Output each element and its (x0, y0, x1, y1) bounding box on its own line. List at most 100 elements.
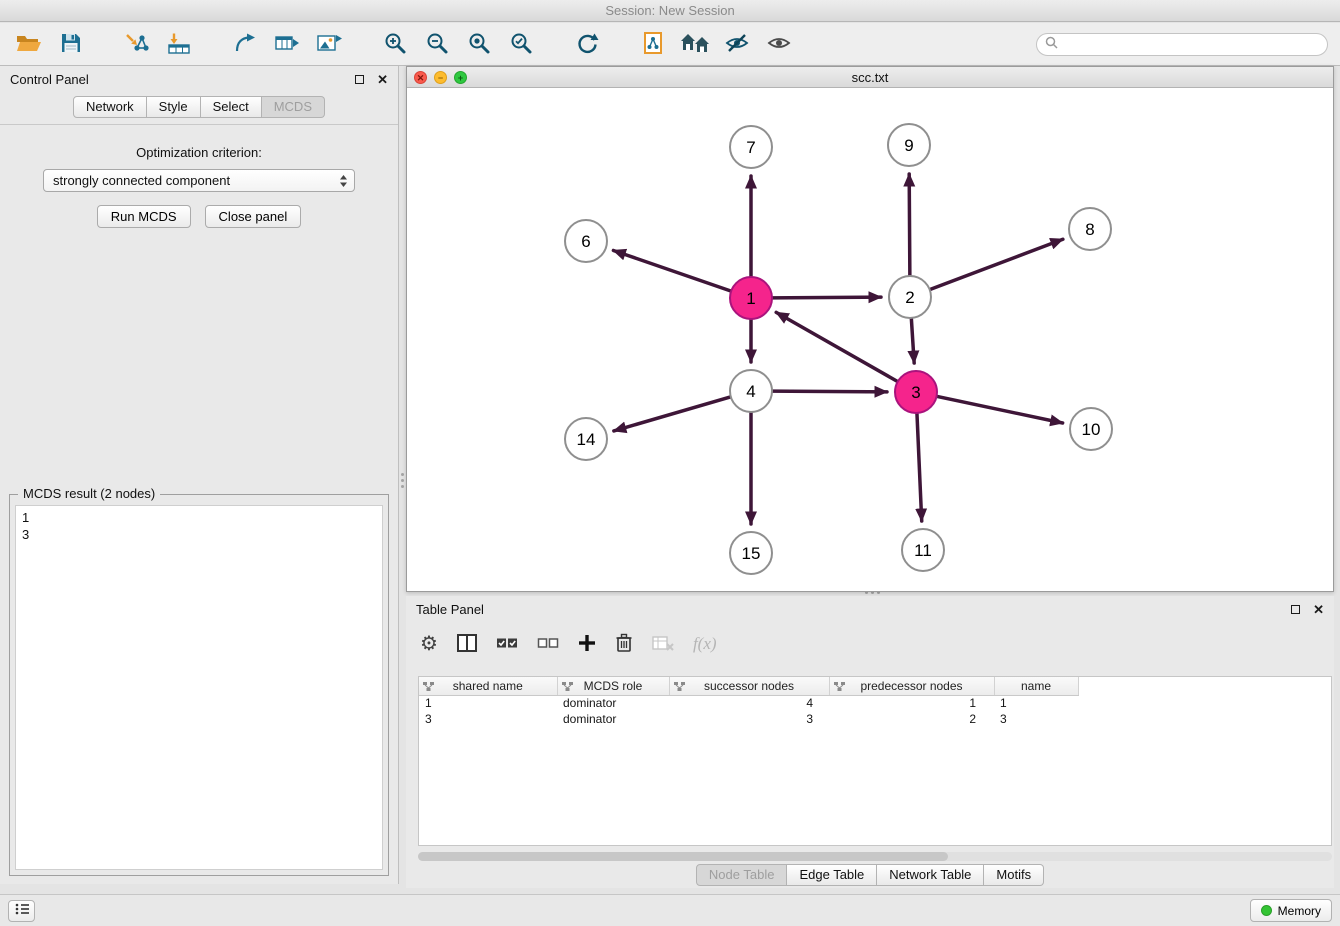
float-panel-icon[interactable] (355, 75, 364, 84)
tab-node-table[interactable]: Node Table (696, 864, 788, 886)
add-row-button[interactable] (578, 634, 596, 655)
graph-node-label: 14 (577, 430, 596, 449)
network-window-titlebar[interactable]: ✕ − + scc.txt (407, 67, 1333, 88)
tabs-divider (0, 124, 398, 125)
graph-node-label: 7 (746, 138, 755, 157)
table-cell[interactable]: dominator (557, 695, 669, 711)
table-cell[interactable]: 3 (669, 711, 829, 727)
maximize-window-icon[interactable]: + (454, 71, 467, 84)
graph-edge[interactable] (909, 174, 910, 276)
float-table-panel-icon[interactable] (1291, 605, 1300, 614)
zoom-fit-button[interactable] (458, 25, 500, 63)
clipboard-network-icon (643, 31, 663, 58)
mcds-result-list[interactable]: 1 3 (15, 505, 383, 870)
refresh-view-button[interactable] (566, 25, 608, 63)
close-panel-icon[interactable]: ✕ (377, 73, 388, 86)
eye-slash-icon (725, 32, 749, 57)
deselect-all-rows-button[interactable] (537, 635, 559, 654)
select-all-rows-button[interactable] (496, 635, 518, 654)
fx-icon: f(x) (693, 634, 717, 654)
import-network-button[interactable] (116, 25, 158, 63)
column-sort-icon (562, 681, 573, 695)
network-window-title: scc.txt (852, 70, 889, 85)
table-cell[interactable]: 3 (994, 711, 1078, 727)
vertical-splitter-handle[interactable] (400, 468, 405, 492)
tab-network[interactable]: Network (73, 96, 147, 118)
column-header-predecessor-nodes[interactable]: predecessor nodes (829, 677, 994, 695)
column-sort-icon (674, 681, 685, 695)
graph-edge[interactable] (614, 397, 731, 431)
delete-rows-button[interactable] (615, 633, 633, 656)
graph-node-label: 11 (914, 541, 932, 560)
table-cell[interactable]: 3 (419, 711, 557, 727)
network-canvas[interactable]: 7968124314101511 (407, 88, 1333, 591)
close-panel-button[interactable]: Close panel (205, 205, 302, 228)
mcds-result-group: MCDS result (2 nodes) 1 3 (9, 494, 389, 876)
memory-button[interactable]: Memory (1250, 899, 1332, 922)
houses-icon (680, 32, 710, 57)
show-columns-button[interactable] (457, 634, 477, 655)
show-details-button[interactable] (758, 25, 800, 63)
network-analyzer-button[interactable] (674, 25, 716, 63)
node-table: shared name MCDS role successor nodes pr… (418, 676, 1332, 846)
graph-edge[interactable] (937, 396, 1063, 423)
table-cell[interactable]: 4 (669, 695, 829, 711)
graph-edge[interactable] (917, 413, 922, 521)
scrollbar-thumb[interactable] (418, 852, 948, 861)
graph-edge[interactable] (930, 239, 1063, 289)
minimize-window-icon[interactable]: − (434, 71, 447, 84)
column-header-successor-nodes[interactable]: successor nodes (669, 677, 829, 695)
zoom-out-button[interactable] (416, 25, 458, 63)
tab-motifs[interactable]: Motifs (984, 864, 1044, 886)
tab-network-table[interactable]: Network Table (877, 864, 984, 886)
save-session-button[interactable] (50, 25, 92, 63)
table-horizontal-scrollbar[interactable] (418, 852, 1332, 861)
table-cell[interactable]: dominator (557, 711, 669, 727)
deselect-all-icon (537, 635, 559, 654)
export-image-button[interactable] (308, 25, 350, 63)
search-input[interactable] (1064, 38, 1319, 52)
close-window-icon[interactable]: ✕ (414, 71, 427, 84)
task-history-button[interactable] (8, 900, 35, 922)
zoom-in-button[interactable] (374, 25, 416, 63)
tab-edge-table[interactable]: Edge Table (787, 864, 877, 886)
plus-icon (578, 634, 596, 655)
table-cell[interactable]: 1 (829, 695, 994, 711)
control-panel-title: Control Panel (10, 72, 89, 87)
tab-select[interactable]: Select (201, 96, 262, 118)
table-cell[interactable]: 2 (829, 711, 994, 727)
table-settings-button[interactable]: ⚙ (420, 634, 438, 654)
column-header-shared-name[interactable]: shared name (419, 677, 557, 695)
graph-edge[interactable] (772, 391, 887, 392)
delete-table-button[interactable] (652, 635, 674, 654)
control-panel: Control Panel ✕ Network Style Select MCD… (0, 66, 399, 884)
graph-edge[interactable] (911, 318, 914, 363)
table-row[interactable]: 1dominator411 (419, 695, 1331, 711)
table-cell[interactable]: 1 (419, 695, 557, 711)
zoom-selected-button[interactable] (500, 25, 542, 63)
hide-selected-button[interactable] (716, 25, 758, 63)
graph-edge[interactable] (776, 312, 898, 381)
export-table-button[interactable] (266, 25, 308, 63)
column-header-mcds-role[interactable]: MCDS role (557, 677, 669, 695)
table-row[interactable]: 3dominator323 (419, 711, 1331, 727)
run-mcds-button[interactable]: Run MCDS (97, 205, 191, 228)
optimization-criterion-dropdown[interactable]: strongly connected component (43, 169, 355, 192)
export-network-button[interactable] (224, 25, 266, 63)
tab-style[interactable]: Style (147, 96, 201, 118)
import-table-button[interactable] (158, 25, 200, 63)
tab-mcds[interactable]: MCDS (262, 96, 325, 118)
column-header-name[interactable]: name (994, 677, 1078, 695)
graph-edge[interactable] (613, 250, 731, 291)
table-cell[interactable]: 1 (994, 695, 1078, 711)
search-box[interactable] (1036, 33, 1328, 56)
delete-table-icon (652, 635, 674, 654)
network-from-clipboard-button[interactable] (632, 25, 674, 63)
function-builder-button[interactable]: f(x) (693, 634, 717, 654)
window-title: Session: New Session (605, 3, 734, 18)
close-table-panel-icon[interactable]: ✕ (1313, 603, 1324, 616)
open-session-button[interactable] (8, 25, 50, 63)
table-panel-tabs: Node Table Edge Table Network Table Moti… (406, 864, 1334, 886)
graph-edge[interactable] (772, 297, 881, 298)
network-graph[interactable]: 7968124314101511 (407, 88, 1333, 591)
